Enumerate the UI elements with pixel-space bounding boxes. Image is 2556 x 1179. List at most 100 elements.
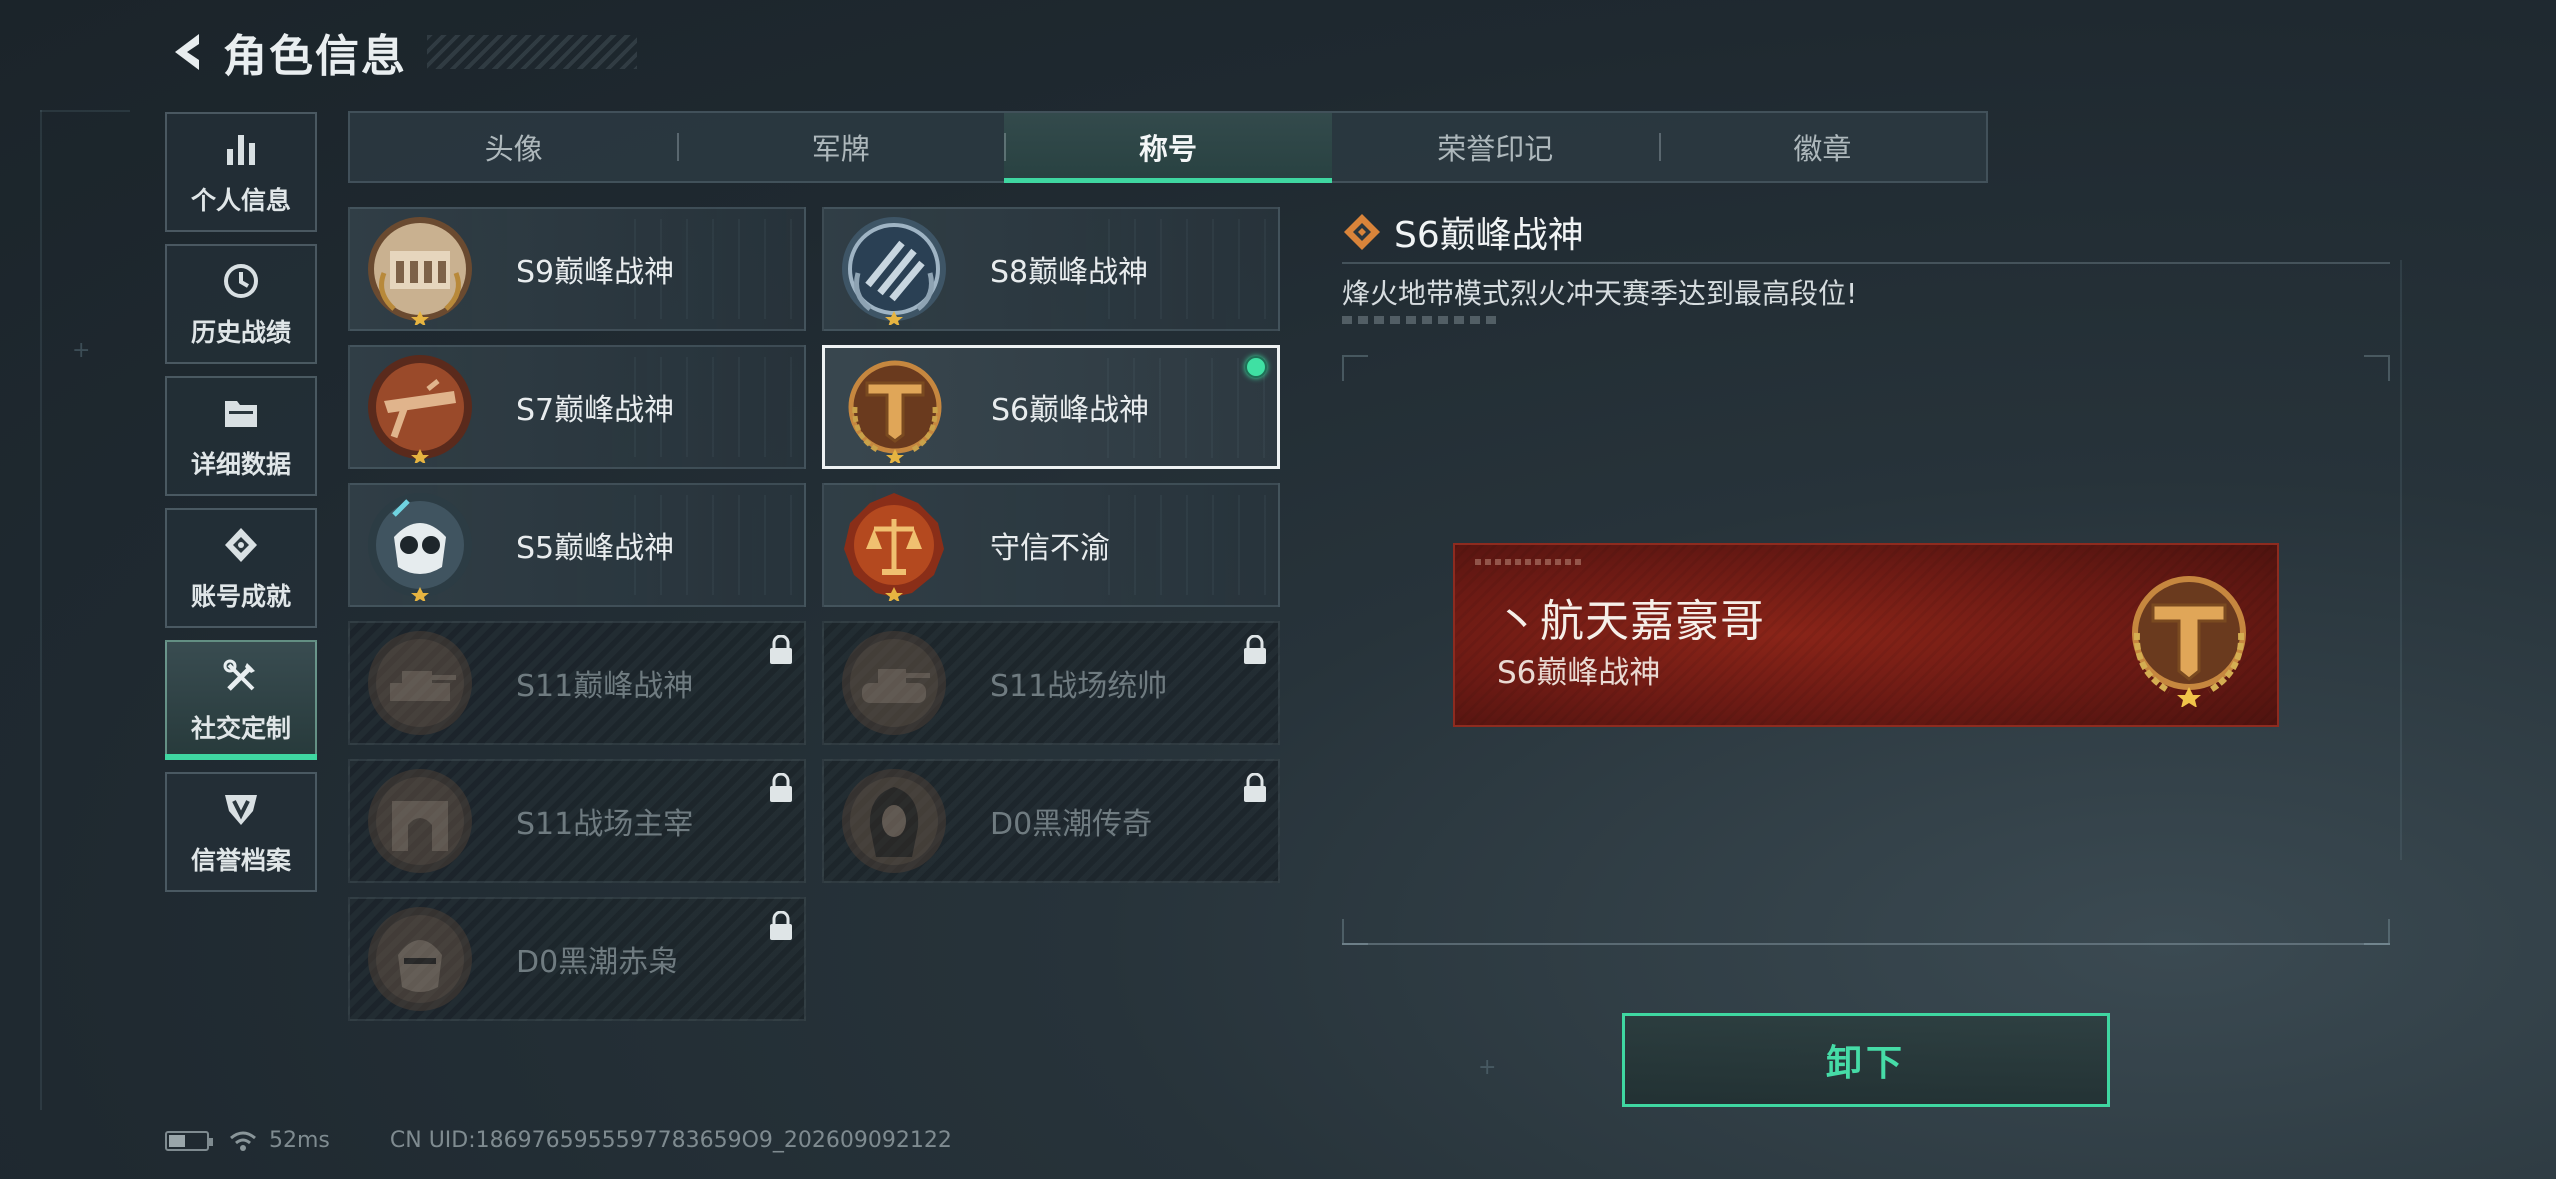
title-decoration <box>427 35 637 69</box>
tab-dog-tag[interactable]: 军牌 <box>677 113 1004 181</box>
back-button[interactable] <box>165 24 213 80</box>
frame-corner <box>2364 919 2390 945</box>
unequip-button[interactable]: 卸下 <box>1622 1013 2110 1107</box>
wifi-icon <box>230 1131 256 1151</box>
hooded-figure-medal-icon <box>842 769 946 873</box>
side-nav: 个人信息 历史战绩 详细数据 账号成就 社交定制 信誉档案 <box>165 112 317 904</box>
nav-item-label: 社交定制 <box>190 714 291 743</box>
tank-medal-icon <box>368 631 472 735</box>
title-card[interactable]: 守信不渝 <box>822 483 1280 607</box>
page-header: 角色信息 <box>165 22 637 82</box>
arch-building-medal-icon <box>368 217 472 325</box>
title-card-locked[interactable]: D0黑潮传奇 <box>822 759 1280 883</box>
title-nameplate-preview: 丶航天嘉豪哥 S6巅峰战神 <box>1453 543 2279 727</box>
title-card[interactable]: S8巅峰战神 <box>822 207 1280 331</box>
t-emblem-medal-icon <box>848 360 942 463</box>
detail-divider <box>1342 262 2390 264</box>
title-name: 守信不渝 <box>990 531 1110 566</box>
battery-fill <box>169 1134 185 1147</box>
frame-line <box>40 110 130 112</box>
category-tabs: 头像 军牌 称号 荣誉印记 徽章 <box>348 111 1988 183</box>
nav-item-personal-info[interactable]: 个人信息 <box>165 112 317 232</box>
nav-item-detailed-data[interactable]: 详细数据 <box>165 376 317 496</box>
helmet-medal-icon <box>368 907 472 1011</box>
title-card[interactable]: S7巅峰战神 <box>348 345 806 469</box>
ping-text: 52ms <box>269 1128 330 1153</box>
lock-icon <box>770 773 792 802</box>
frame-line <box>40 110 42 1110</box>
back-arrow-icon <box>175 34 199 70</box>
title-card[interactable]: S5巅峰战神 <box>348 483 806 607</box>
title-card-locked[interactable]: D0黑潮赤枭 <box>348 897 806 1021</box>
folder-icon <box>219 391 263 435</box>
title-name: S6巅峰战神 <box>991 393 1150 428</box>
tab-title[interactable]: 称号 <box>1004 113 1332 183</box>
lock-icon <box>1244 773 1266 802</box>
frame-crosshair: + <box>72 338 91 363</box>
crossbow-medal-icon <box>368 355 472 463</box>
shield-icon <box>219 787 263 831</box>
title-name: D0黑潮赤枭 <box>516 945 679 980</box>
title-card-selected[interactable]: S6巅峰战神 <box>822 345 1280 469</box>
nameplate-decoration <box>1475 559 1585 565</box>
nav-item-label: 个人信息 <box>190 186 291 215</box>
nav-item-achievements[interactable]: 账号成就 <box>165 508 317 628</box>
lock-icon <box>770 911 792 940</box>
scales-medal-icon <box>844 493 944 601</box>
arch-gate-medal-icon <box>368 769 472 873</box>
tab-avatar[interactable]: 头像 <box>350 113 677 181</box>
title-card[interactable]: S9巅峰战神 <box>348 207 806 331</box>
title-name: S11战场主宰 <box>516 807 694 842</box>
nav-item-history[interactable]: 历史战绩 <box>165 244 317 364</box>
title-grid: S9巅峰战神 S8巅峰战神 S7巅峰战神 S6巅峰战神 S5巅峰战神 守信不渝 … <box>348 207 1280 1021</box>
frame-corner <box>2364 355 2390 381</box>
tank-medal-icon <box>842 631 946 735</box>
uid-text: CN UID:1869765955597783659O9_20260909212… <box>389 1128 952 1153</box>
detail-subtext-decoration <box>1342 316 1502 324</box>
title-card-locked[interactable]: S11巅峰战神 <box>348 621 806 745</box>
title-name: S9巅峰战神 <box>516 255 675 290</box>
lock-icon <box>770 635 792 664</box>
card-decoration <box>1108 495 1268 595</box>
achievement-icon <box>219 523 263 567</box>
title-name: S11巅峰战神 <box>516 669 694 704</box>
title-name: S7巅峰战神 <box>516 393 675 428</box>
page-title: 角色信息 <box>223 31 407 82</box>
blue-stripes-medal-icon <box>842 217 946 325</box>
tab-badge[interactable]: 徽章 <box>1658 113 1986 181</box>
title-card-locked[interactable]: S11战场主宰 <box>348 759 806 883</box>
detail-title: S6巅峰战神 <box>1394 215 1584 256</box>
lock-icon <box>1244 635 1266 664</box>
tab-honor-mark[interactable]: 荣誉印记 <box>1332 113 1659 181</box>
tools-icon <box>219 655 263 699</box>
clock-history-icon <box>219 259 263 303</box>
title-name: S11战场统帅 <box>990 669 1168 704</box>
nav-item-label: 历史战绩 <box>190 318 291 347</box>
frame-line <box>2400 260 2402 860</box>
frame-corner <box>1342 355 1368 381</box>
skull-mask-medal-icon <box>368 493 472 601</box>
status-bar: 52ms CN UID:1869765955597783659O9_202609… <box>165 1128 952 1153</box>
nav-item-label: 详细数据 <box>190 450 291 479</box>
nav-item-credit-record[interactable]: 信誉档案 <box>165 772 317 892</box>
unequip-label: 卸下 <box>1825 1043 1906 1084</box>
detail-header: S6巅峰战神 <box>1342 206 1584 258</box>
battery-icon <box>165 1130 213 1151</box>
nameplate-title: S6巅峰战神 <box>1497 655 1661 691</box>
bar-chart-icon <box>219 127 263 171</box>
frame-corner <box>1342 919 1368 945</box>
detail-description: 烽火地带模式烈火冲天赛季达到最高段位! <box>1342 277 1858 310</box>
title-name: D0黑潮传奇 <box>990 807 1153 842</box>
nav-item-social-custom[interactable]: 社交定制 <box>165 640 317 760</box>
nav-item-label: 信誉档案 <box>190 846 291 875</box>
nav-item-label: 账号成就 <box>190 582 291 611</box>
equipped-indicator <box>1245 356 1267 378</box>
preview-baseline <box>1342 943 2390 945</box>
player-name: 丶航天嘉豪哥 <box>1495 596 1765 647</box>
title-card-locked[interactable]: S11战场统帅 <box>822 621 1280 745</box>
title-name: S5巅峰战神 <box>516 531 675 566</box>
t-emblem-medal-icon <box>2132 576 2246 707</box>
frame-crosshair: + <box>1478 1055 1497 1080</box>
title-name: S8巅峰战神 <box>990 255 1149 290</box>
diamond-icon <box>1344 214 1380 250</box>
